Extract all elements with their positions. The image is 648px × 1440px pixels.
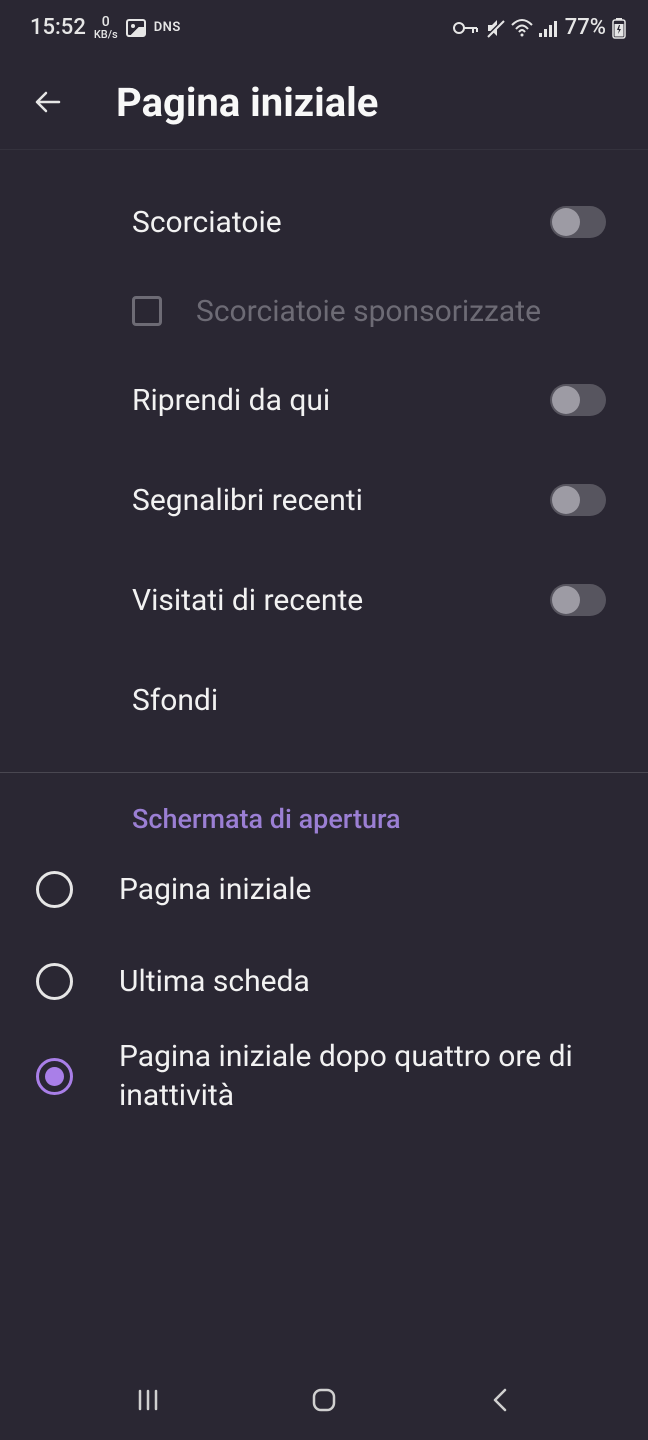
switch-bookmarks[interactable]	[550, 484, 606, 516]
setting-label: Segnalibri recenti	[132, 483, 550, 518]
setting-label: Scorciatoie sponsorizzate	[196, 294, 606, 329]
signal-icon	[539, 19, 559, 37]
radio-last-tab[interactable]	[36, 963, 73, 1000]
setting-sponsored-shortcuts: Scorciatoie sponsorizzate	[0, 272, 648, 350]
battery-icon	[612, 17, 626, 39]
back-button[interactable]	[28, 82, 68, 122]
radio-homepage-4h[interactable]	[36, 1058, 73, 1095]
opening-option-homepage-after-4h[interactable]: Pagina iniziale dopo quattro ore di inat…	[0, 1027, 648, 1125]
dns-indicator: DNS	[154, 20, 181, 35]
arrow-left-icon	[31, 85, 65, 119]
setting-wallpapers[interactable]: Sfondi	[0, 650, 648, 750]
recents-icon	[135, 1387, 161, 1413]
opening-option-homepage[interactable]: Pagina iniziale	[0, 843, 648, 935]
switch-resume[interactable]	[550, 384, 606, 416]
wifi-icon	[511, 19, 533, 37]
checkbox-sponsored	[132, 296, 162, 326]
radio-homepage[interactable]	[36, 871, 73, 908]
status-time: 15:52	[30, 15, 86, 40]
chevron-left-icon	[490, 1386, 510, 1414]
setting-label: Sfondi	[132, 683, 606, 718]
setting-label: Visitati di recente	[132, 583, 550, 618]
home-icon	[310, 1386, 338, 1414]
radio-label: Ultima scheda	[119, 962, 310, 1001]
section-opening-screen: Schermata di apertura	[0, 773, 648, 843]
battery-percent: 77%	[565, 15, 606, 40]
switch-recent[interactable]	[550, 584, 606, 616]
opening-option-last-tab[interactable]: Ultima scheda	[0, 935, 648, 1027]
vpn-key-icon	[453, 20, 479, 36]
android-nav-bar	[0, 1360, 648, 1440]
nav-home-button[interactable]	[304, 1380, 344, 1420]
setting-shortcuts[interactable]: Scorciatoie	[0, 172, 648, 272]
radio-label: Pagina iniziale dopo quattro ore di inat…	[119, 1037, 608, 1115]
setting-recent-bookmarks[interactable]: Segnalibri recenti	[0, 450, 648, 550]
setting-resume[interactable]: Riprendi da qui	[0, 350, 648, 450]
status-left: 15:52 0 KB/s DNS	[30, 15, 181, 40]
nav-recents-button[interactable]	[128, 1380, 168, 1420]
setting-label: Riprendi da qui	[132, 383, 550, 418]
page-title: Pagina iniziale	[116, 79, 378, 126]
radio-label: Pagina iniziale	[119, 870, 311, 909]
switch-shortcuts[interactable]	[550, 206, 606, 238]
nav-back-button[interactable]	[480, 1380, 520, 1420]
status-bar: 15:52 0 KB/s DNS	[0, 0, 648, 55]
image-notification-icon	[126, 19, 146, 37]
network-speed: 0 KB/s	[94, 15, 118, 40]
setting-label: Scorciatoie	[132, 205, 550, 240]
setting-recently-visited[interactable]: Visitati di recente	[0, 550, 648, 650]
status-right: 77%	[453, 15, 626, 40]
mute-icon	[485, 18, 505, 38]
settings-list: Scorciatoie Scorciatoie sponsorizzate Ri…	[0, 150, 648, 1125]
header: Pagina iniziale	[0, 55, 648, 150]
